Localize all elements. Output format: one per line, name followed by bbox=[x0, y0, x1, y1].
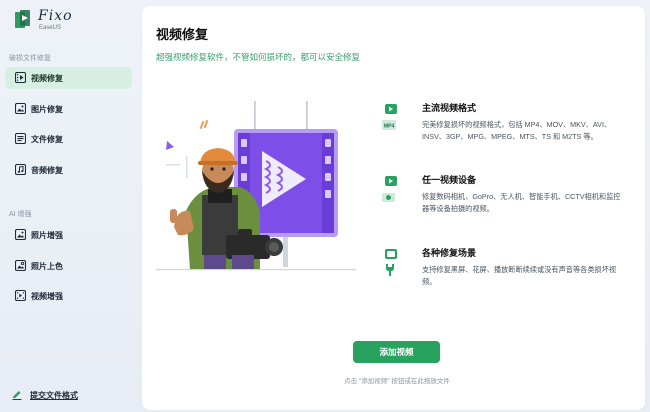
sidebar-item-label: 图片修复 bbox=[31, 105, 63, 114]
sidebar-item-video-repair[interactable]: 视频修复 bbox=[5, 67, 132, 89]
sidebar-item-label: 视频修复 bbox=[31, 74, 63, 83]
sidebar-item-label: 视频增强 bbox=[31, 292, 63, 301]
feature-description: 修复数码相机、GoPro、无人机、智能手机、CCTV相机和监控器等设备拍摄的视频… bbox=[422, 192, 621, 213]
sidebar: Fixo EaseUS 破损文件修复 视频修复 图片修复 文件修复 音频修复 A… bbox=[0, 0, 140, 412]
submit-file-format-label: 提交文件格式 bbox=[30, 391, 78, 400]
sidebar-item-video-enhance[interactable]: 视频增强 bbox=[5, 285, 132, 307]
add-video-button[interactable]: 添加视频 bbox=[353, 341, 440, 363]
sidebar-item-label: 照片增强 bbox=[31, 231, 63, 240]
section-label-ai: AI 增强 bbox=[9, 211, 32, 218]
section-label-repair: 破损文件修复 bbox=[9, 55, 51, 62]
repair-scene-icon bbox=[385, 249, 397, 276]
page-subtitle: 超强视频修复软件，不管如何损坏的，都可以安全修复 bbox=[156, 52, 361, 62]
page-title: 视频修复 bbox=[156, 27, 209, 42]
sidebar-item-photo-enhance[interactable]: 照片增强 bbox=[5, 224, 132, 246]
svg-text:MP4: MP4 bbox=[384, 124, 395, 130]
feature-description: 完美修复损坏的视频格式，包括 MP4、MOV、MKV、AVI、INSV、3GP、… bbox=[422, 120, 612, 141]
feature-title: 各种修复场景 bbox=[422, 248, 477, 258]
photo-enhance-icon bbox=[15, 229, 26, 240]
sidebar-item-audio-repair[interactable]: 音频修复 bbox=[5, 159, 132, 181]
sidebar-item-document-repair[interactable]: 文件修复 bbox=[5, 128, 132, 150]
sidebar-item-label: 照片上色 bbox=[31, 262, 63, 271]
logo-title: Fixo bbox=[38, 8, 73, 24]
edit-icon bbox=[12, 391, 22, 400]
camera-device-icon bbox=[382, 176, 397, 202]
logo-subtitle: EaseUS bbox=[39, 25, 62, 31]
document-icon bbox=[15, 133, 26, 144]
feature-title: 主流视频格式 bbox=[422, 103, 477, 113]
photo-colorize-icon bbox=[15, 260, 26, 271]
drop-hint: 点击 "添加视频" 按钮或在此拖放文件 bbox=[344, 378, 450, 385]
app-logo: Fixo EaseUS bbox=[14, 7, 104, 37]
app-window: Fixo EaseUS 破损文件修复 视频修复 图片修复 文件修复 音频修复 A… bbox=[0, 0, 650, 412]
sidebar-item-photo-colorize[interactable]: 照片上色 bbox=[5, 255, 132, 277]
sidebar-item-image-repair[interactable]: 图片修复 bbox=[5, 98, 132, 120]
main-panel: 视频修复 超强视频修复软件，不管如何损坏的，都可以安全修复 MP4 主流视频格式… bbox=[142, 6, 645, 410]
image-icon bbox=[15, 103, 26, 114]
video-icon bbox=[15, 72, 26, 83]
feature-title: 任一视频设备 bbox=[422, 175, 477, 185]
sidebar-item-label: 音频修复 bbox=[31, 166, 63, 175]
audio-icon bbox=[15, 164, 26, 175]
sidebar-item-label: 文件修复 bbox=[31, 135, 63, 144]
feature-description: 支持修复黑屏、花屏、播放断断续续或没有声音等各类损坏视频。 bbox=[422, 265, 617, 286]
video-format-icon: MP4 bbox=[382, 104, 397, 130]
video-enhance-icon bbox=[15, 290, 26, 301]
video-repair-illustration bbox=[156, 101, 356, 271]
fixo-logo-icon bbox=[15, 10, 30, 28]
